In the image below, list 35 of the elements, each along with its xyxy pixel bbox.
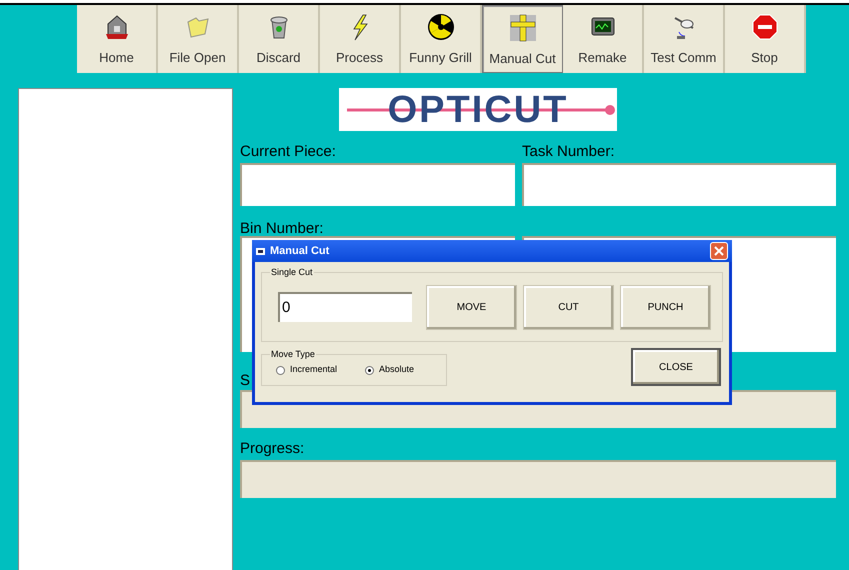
- radiation-icon: [426, 12, 456, 42]
- window-icon: [256, 248, 265, 254]
- close-icon: [714, 246, 724, 256]
- close-button[interactable]: [710, 242, 728, 260]
- group-legend: Move Type: [270, 348, 316, 362]
- field-label: Current Piece:: [240, 142, 337, 161]
- toolbar-button[interactable]: Remake: [563, 5, 644, 73]
- close-button[interactable]: CLOSE: [631, 348, 721, 386]
- stop-sign-icon: [750, 12, 780, 42]
- radio-label: Incremental: [290, 363, 338, 376]
- action-button[interactable]: MOVE: [426, 284, 517, 330]
- toolbar-button[interactable]: Test Comm: [644, 5, 725, 73]
- radio-button[interactable]: [276, 366, 285, 374]
- input-field[interactable]: [240, 163, 515, 206]
- input-field[interactable]: 0: [278, 292, 412, 322]
- radio-label: Absolute: [379, 363, 414, 376]
- toolbar-button[interactable]: Funny Grill: [401, 5, 482, 73]
- field-label: Task Number:: [522, 142, 616, 161]
- ruler-cross-icon: [508, 13, 538, 43]
- group-legend: Single Cut: [270, 266, 314, 280]
- toolbar-button[interactable]: Home: [77, 5, 158, 73]
- field-value: 0: [282, 298, 290, 318]
- field-label: Bin Number:: [240, 220, 324, 236]
- action-button[interactable]: CUT: [523, 284, 614, 330]
- toolbar-button[interactable]: Manual Cut: [482, 5, 563, 73]
- input-field[interactable]: [522, 163, 836, 206]
- toolbar-button[interactable]: File Open: [158, 5, 239, 73]
- field-label: Progress:: [240, 439, 306, 458]
- toolbar-button[interactable]: Discard: [239, 5, 320, 73]
- window-title: Manual Cut: [270, 244, 330, 259]
- radio-button[interactable]: [365, 366, 374, 374]
- toolbar-button[interactable]: Stop: [725, 5, 806, 73]
- field-label: S: [240, 371, 252, 390]
- action-button[interactable]: PUNCH: [620, 284, 711, 330]
- toolbar-button[interactable]: Process: [320, 5, 401, 73]
